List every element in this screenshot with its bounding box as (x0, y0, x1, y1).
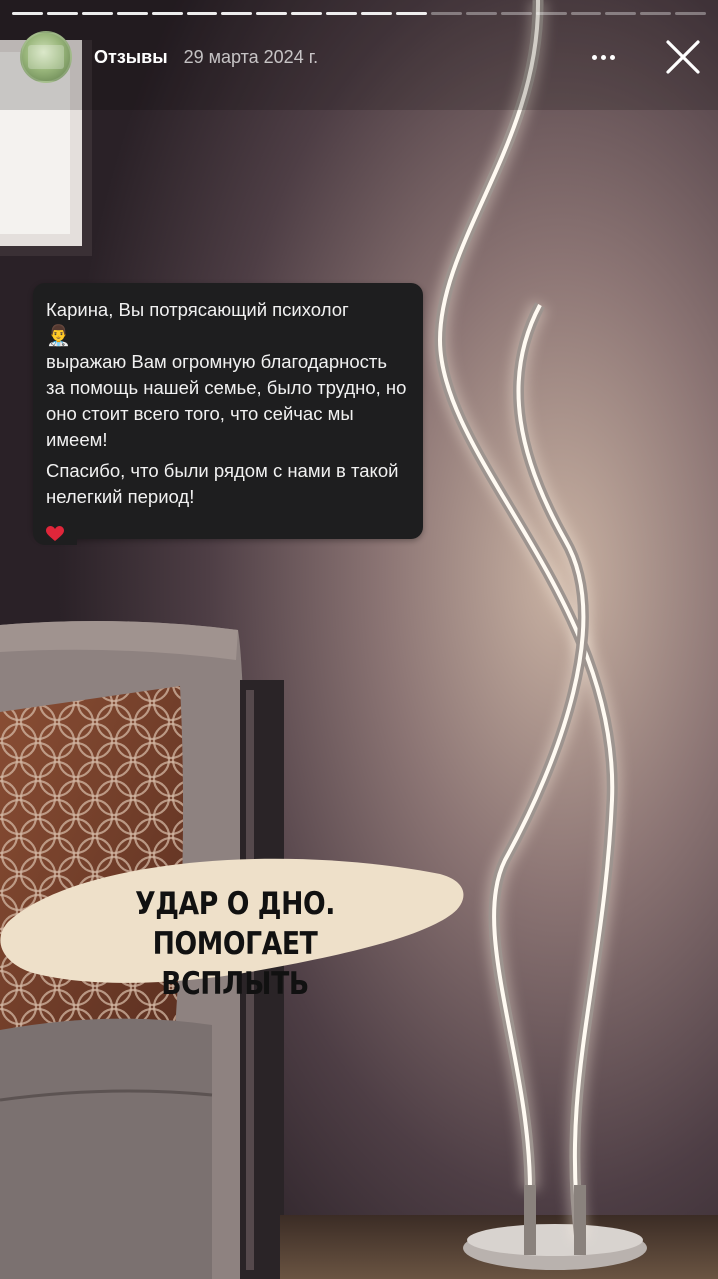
progress-segment (605, 12, 637, 15)
message-line1: Карина, Вы потрясающий психолог (46, 299, 349, 320)
story-progress-bar (12, 12, 707, 15)
caption-sticker: УДАР О ДНО. ПОМОГАЕТ ВСПЛЫТЬ (0, 852, 470, 1002)
progress-segment (465, 12, 497, 15)
progress-segment (12, 12, 43, 15)
progress-segment (430, 12, 462, 15)
story-date: 29 марта 2024 г. (183, 46, 319, 67)
avatar-image (28, 45, 64, 69)
background-photo (0, 0, 718, 1279)
progress-segment (326, 12, 358, 15)
progress-segment (221, 12, 253, 15)
progress-segment (256, 12, 288, 15)
message-bubble: Карина, Вы потрясающий психолог 👨‍⚕️ выр… (33, 283, 423, 545)
progress-segment (640, 12, 672, 15)
progress-segment (81, 12, 113, 15)
more-horizontal-icon (591, 54, 597, 60)
progress-segment (116, 12, 148, 15)
progress-segment (186, 12, 218, 15)
more-options-button[interactable] (588, 44, 618, 70)
progress-segment (500, 12, 532, 15)
progress-segment (395, 12, 427, 15)
story-header: Отзывы 29 марта 2024 г. (20, 30, 702, 84)
caption-text: УДАР О ДНО. ПОМОГАЕТ ВСПЛЫТЬ (50, 884, 420, 1004)
progress-segment (291, 12, 323, 15)
account-name[interactable]: Отзывы (94, 47, 168, 68)
heart-icon (46, 526, 64, 541)
caption-line1: УДАР О ДНО. ПОМОГАЕТ (135, 886, 335, 962)
message-thanks: Спасибо, что были рядом с нами в такой н… (46, 460, 399, 507)
progress-segment (675, 12, 707, 15)
progress-segment (535, 12, 567, 15)
progress-segment (46, 12, 78, 15)
progress-segment (570, 12, 602, 15)
doctor-emoji: 👨‍⚕️ (46, 325, 71, 347)
progress-segment (151, 12, 183, 15)
caption-line2: ВСПЛЫТЬ (161, 966, 309, 1002)
account-avatar[interactable] (20, 31, 72, 83)
message-body: выражаю Вам огромную благодарность за по… (46, 351, 407, 450)
reaction-badge (33, 523, 77, 545)
close-icon[interactable] (664, 38, 702, 76)
progress-segment (361, 12, 392, 15)
